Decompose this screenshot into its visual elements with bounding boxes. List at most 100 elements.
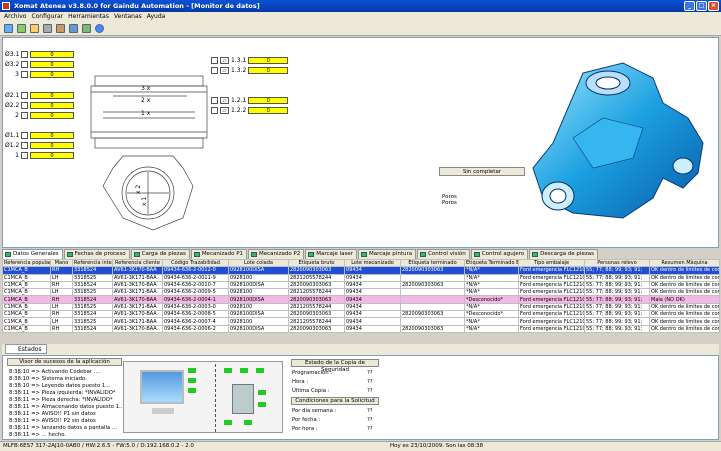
table-row[interactable]: C1MCA_B RH 3318524 AV61-3K170-BAA 09434-636-… xyxy=(2,310,720,319)
table-cell xyxy=(400,273,465,282)
table-cell: 09434-636-2-0008-5 xyxy=(162,310,229,319)
measure-checkbox[interactable] xyxy=(21,70,28,78)
dimension-label: 1 x xyxy=(141,110,151,117)
table-cell: Ford emergencia FLC1210 xyxy=(518,273,585,282)
measure-symbol: Ø1.1 xyxy=(5,131,20,139)
table-cell: 09434 xyxy=(344,266,401,275)
column-header[interactable]: Etiqueta Terminado ESP xyxy=(464,258,519,268)
tab-estados[interactable]: Estados xyxy=(5,344,47,354)
measure-checkbox[interactable] xyxy=(21,131,28,139)
menu-configurar[interactable]: Configurar xyxy=(31,12,63,22)
maximize-button[interactable]: □ xyxy=(696,1,707,11)
column-header[interactable]: Tipo embalaje xyxy=(518,258,585,268)
table-row[interactable]: C1MCA_B LH 3318525 AV61-3K171-BAA 09434-636-… xyxy=(2,302,720,312)
measure-checkbox[interactable] xyxy=(21,91,28,99)
tab-fechas-proceso[interactable]: Fechas de proceso xyxy=(63,249,130,259)
tab-icon xyxy=(473,252,480,257)
table-cell: 3318524 xyxy=(72,266,113,275)
table-cell: 3318524 xyxy=(72,295,113,304)
tab-icon xyxy=(420,252,427,257)
table-row[interactable]: C1MCA_B LH 3318525 AV61-3K171-BAA 09434-636-… xyxy=(2,288,720,297)
menu-archivo[interactable]: Archivo xyxy=(4,12,26,22)
log-line: 8:38:10 => Leyendo datos puesto 1... xyxy=(9,383,111,389)
minimize-button[interactable]: _ xyxy=(684,1,695,11)
filter-icon[interactable] xyxy=(82,24,91,33)
menu-ventanas[interactable]: Ventanas xyxy=(114,12,142,22)
column-header[interactable]: Etiqueta terminado xyxy=(400,258,465,268)
data-grid: Referencia popular Mano Referencia inte r… xyxy=(2,258,720,333)
measure-value: 0 xyxy=(248,66,289,74)
table-cell: 0928100DISA xyxy=(228,280,289,290)
monitor-icon xyxy=(140,370,184,404)
database-icon[interactable] xyxy=(69,24,78,33)
column-header[interactable]: Personas relevo xyxy=(584,258,650,268)
column-header[interactable]: Código Trazabilidad xyxy=(162,258,229,268)
toolbar xyxy=(0,22,721,36)
table-row[interactable]: C1MCA_B RH 3318524 AV61-3K170-BAA 09434-636-… xyxy=(2,324,720,333)
measure-checkbox[interactable] xyxy=(21,151,28,159)
column-header[interactable]: Lote colada xyxy=(228,258,289,268)
tab-marcaje-pintura[interactable]: Marcaje pintura xyxy=(357,249,417,259)
flatness-icon: ▱ xyxy=(220,96,229,104)
tab-mecanizado-p2[interactable]: Mecanizado P2 xyxy=(248,249,305,259)
table-cell: 3318525 xyxy=(72,317,113,326)
measure-checkbox[interactable] xyxy=(21,50,28,58)
tab-marcaje-laser[interactable]: Marcaje laser xyxy=(305,249,357,259)
menu-ayuda[interactable]: Ayuda xyxy=(147,12,166,22)
tab-control-agujero[interactable]: Control agujero xyxy=(470,249,529,259)
table-cell xyxy=(400,302,465,312)
column-header[interactable]: Referencia cliente xyxy=(112,258,163,268)
table-cell: 3318525 xyxy=(72,302,113,312)
measure-checkbox[interactable] xyxy=(21,60,28,68)
column-header[interactable]: Lote mecanizado xyxy=(344,258,401,268)
table-row[interactable]: C1MCA_B RH 3318524 AV61-3K170-BAA 09434-636-… xyxy=(2,280,720,290)
table-row[interactable]: C1MCA_B LH 3318525 AV61-3K171-BAA 09434-636-… xyxy=(2,317,720,326)
measure-checkbox[interactable] xyxy=(21,101,28,109)
table-cell: 55; 77; 88; 99; 93; 91; xyxy=(584,266,650,275)
tab-mecanizado-p1[interactable]: Mecanizado P1 xyxy=(190,249,248,259)
table-cell: 2821205578244 xyxy=(288,288,345,297)
table-row[interactable]: C1MCA_B RH 3318524 AV61-3K170-BAA 09434-636-… xyxy=(2,295,720,304)
backup-label: Hora : xyxy=(292,379,309,385)
tab-icon xyxy=(66,252,73,257)
condition-label: Por hora : xyxy=(292,426,318,432)
table-cell: AV61-3K170-BAA xyxy=(112,280,163,290)
column-header[interactable]: Resumen Máquina xyxy=(649,258,720,268)
table-cell: *Desconocido* xyxy=(464,310,519,319)
table-cell: 3318524 xyxy=(72,324,113,333)
tab-datos-generales[interactable]: Datos Generales xyxy=(2,249,63,259)
table-row[interactable]: C1MCA_B LH 3318525 AV61-3K171-BAA 09434-636-… xyxy=(2,273,720,282)
table-cell: 09434-636-2-0009-5 xyxy=(162,288,229,297)
help-icon[interactable] xyxy=(95,24,104,33)
table-row[interactable]: C1MCA_B RH 3318524 AV61-3K170-BAA 09434-636-… xyxy=(2,266,720,275)
close-button[interactable]: × xyxy=(708,1,719,11)
chart-icon[interactable] xyxy=(30,24,39,33)
tab-descarga-piezas[interactable]: Descarga de piezas xyxy=(529,249,598,259)
table-cell: Mala (NO OK) xyxy=(649,295,720,304)
export-icon[interactable] xyxy=(56,24,65,33)
table-cell: 0928100 xyxy=(228,317,289,326)
column-header[interactable]: Referencia interna xyxy=(72,258,113,268)
dimension-label: x 2 xyxy=(135,184,143,195)
table-cell: LH xyxy=(50,273,73,282)
flatness-icon: ▱ xyxy=(220,66,229,74)
list-icon[interactable] xyxy=(43,24,52,33)
table-cell: 09434 xyxy=(344,273,401,282)
table-cell: Ford emergencia FLC1210 xyxy=(518,324,585,333)
measure-checkbox[interactable] xyxy=(211,56,218,64)
tab-carga-piezas[interactable]: Carga de piezas xyxy=(130,249,190,259)
connect-icon[interactable] xyxy=(4,24,13,33)
column-header[interactable]: Etiqueta bruto xyxy=(288,258,345,268)
measure-symbol: 1.2.2 xyxy=(231,106,247,114)
table-cell: C1MCA_B xyxy=(2,273,51,282)
log-line: 8:38:11 => Pieza derecha: *INVALIDO* xyxy=(9,397,113,403)
tab-control-vision[interactable]: Control visión xyxy=(417,249,470,259)
table-cell: 0928100 xyxy=(228,302,289,312)
measure-checkbox[interactable] xyxy=(21,111,28,119)
measure-value: 0 xyxy=(30,141,74,149)
column-header[interactable]: Referencia popular xyxy=(2,258,51,268)
menu-herramientas[interactable]: Herramientas xyxy=(68,12,109,22)
network-icon[interactable] xyxy=(17,24,26,33)
measure-checkbox[interactable] xyxy=(21,141,28,149)
column-header[interactable]: Mano xyxy=(50,258,73,268)
